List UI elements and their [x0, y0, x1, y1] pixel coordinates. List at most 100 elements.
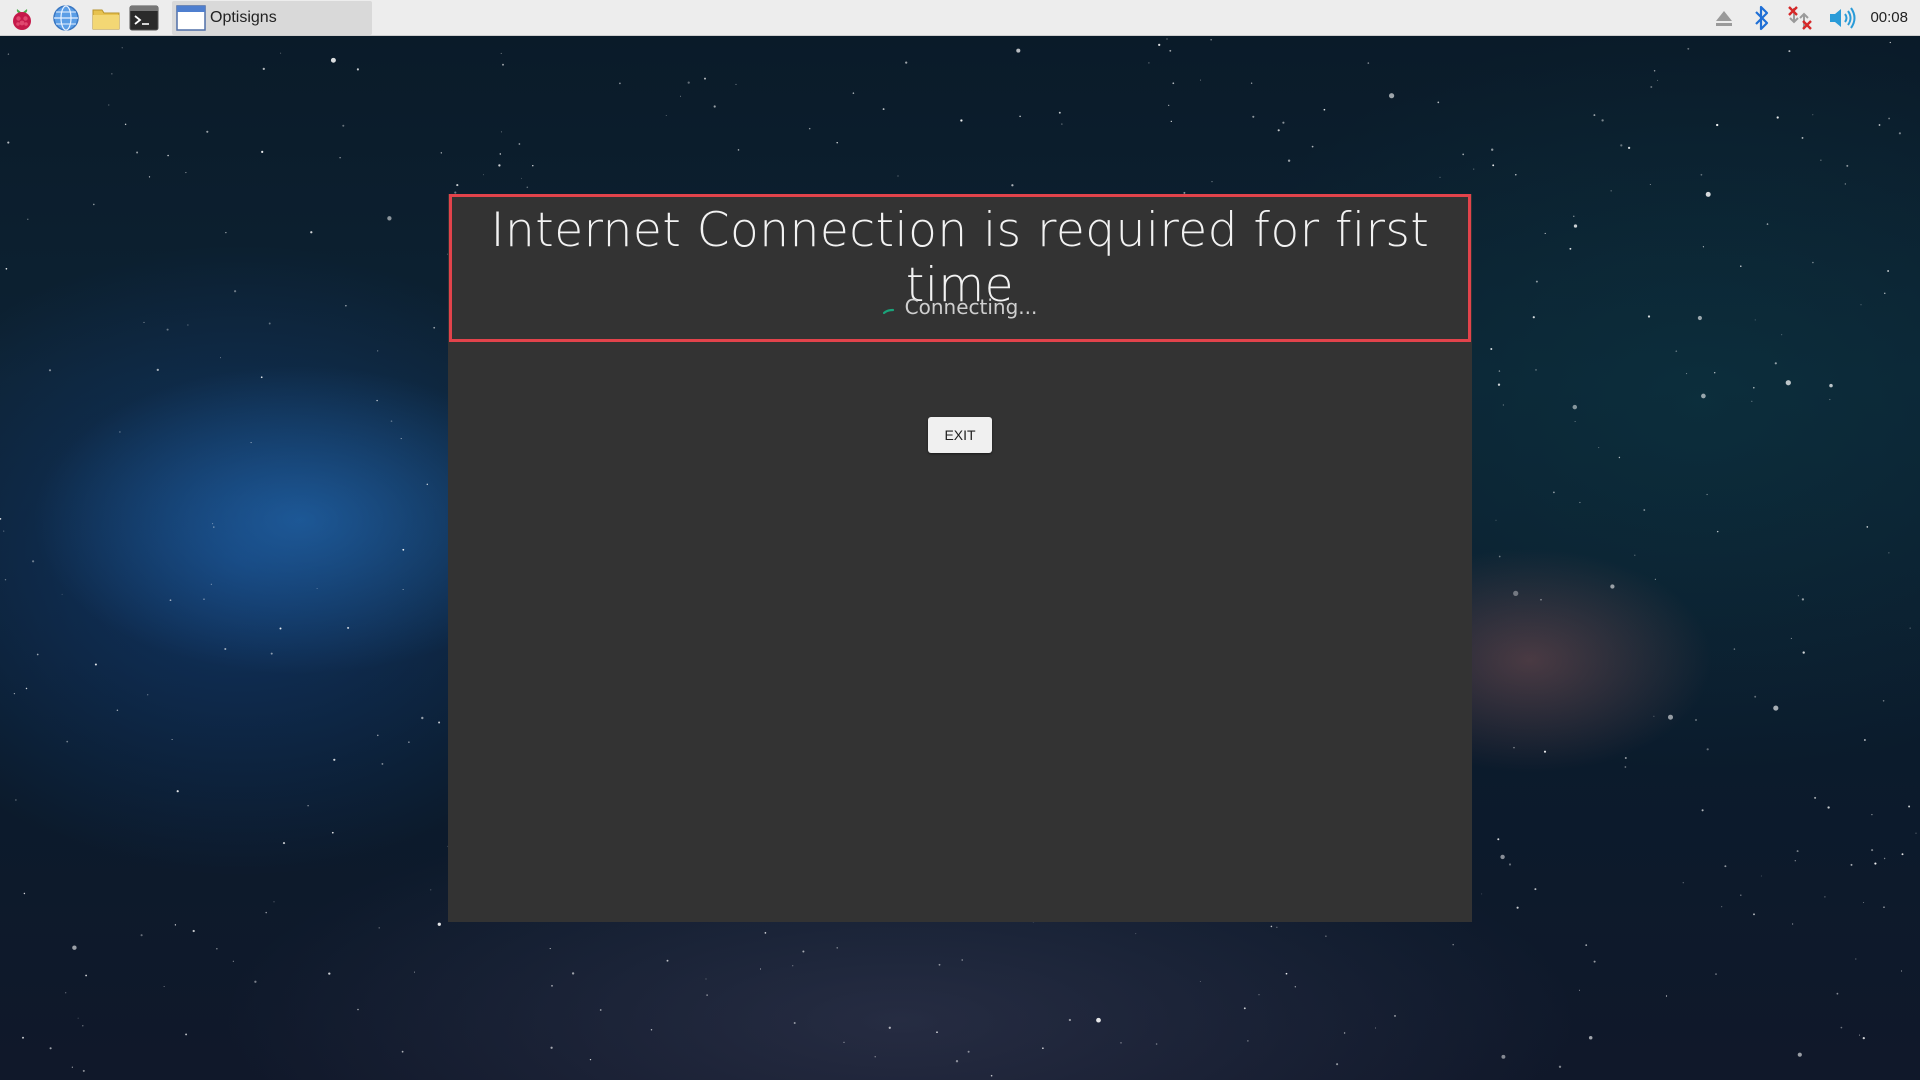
star [1210, 39, 1212, 41]
star [261, 150, 264, 153]
star [440, 152, 442, 154]
star [1909, 627, 1911, 629]
star [1497, 838, 1500, 841]
file-manager-icon[interactable] [90, 3, 122, 33]
taskbar-window-optisigns[interactable]: Optisigns [172, 1, 372, 35]
star [897, 175, 899, 177]
star [1593, 114, 1596, 117]
volume-icon[interactable] [1826, 4, 1858, 32]
star [1096, 1017, 1101, 1023]
star [234, 290, 237, 293]
star [1714, 372, 1716, 374]
star [1172, 82, 1175, 85]
star [85, 974, 87, 977]
star [836, 141, 838, 144]
eject-icon[interactable] [1712, 4, 1736, 32]
star [1498, 370, 1501, 372]
star [387, 216, 392, 221]
star [1170, 120, 1172, 123]
star [1199, 980, 1201, 982]
star [1491, 148, 1494, 151]
star [1863, 902, 1865, 903]
star [882, 108, 885, 111]
terminal-icon[interactable] [128, 3, 160, 33]
star [1888, 552, 1890, 554]
star [192, 929, 195, 933]
star [1829, 398, 1831, 401]
star [938, 963, 941, 966]
star [377, 350, 379, 352]
star [390, 420, 393, 422]
star [77, 1017, 79, 1019]
star [401, 1050, 404, 1053]
star [1643, 509, 1646, 511]
star [1068, 1018, 1072, 1022]
star [1740, 894, 1742, 896]
star [1367, 62, 1370, 64]
star [1650, 86, 1653, 88]
star [1760, 875, 1762, 877]
star [108, 104, 110, 106]
star [1686, 373, 1688, 375]
star [1593, 960, 1596, 963]
clock[interactable]: 00:08 [1870, 0, 1908, 36]
star [1627, 146, 1631, 150]
star [1500, 854, 1505, 860]
star [499, 153, 502, 155]
star [990, 1074, 993, 1077]
star [1882, 700, 1885, 702]
star [1343, 1032, 1346, 1034]
loading-spinner-icon [882, 308, 894, 315]
star [1733, 648, 1736, 650]
star [706, 994, 708, 996]
star [111, 73, 113, 75]
star [955, 1060, 959, 1063]
network-disconnected-icon[interactable] [1786, 4, 1814, 32]
star [1695, 719, 1697, 721]
star [1667, 714, 1674, 720]
star [1754, 319, 1756, 321]
star [1773, 705, 1779, 711]
star [1148, 62, 1150, 64]
star [1802, 651, 1805, 654]
star [1061, 123, 1063, 125]
star [402, 589, 404, 590]
star [1687, 47, 1690, 50]
star [1898, 132, 1901, 135]
star [1836, 992, 1839, 995]
star [1702, 246, 1704, 248]
star [93, 203, 95, 206]
star [1135, 933, 1137, 935]
star [1540, 598, 1542, 601]
star [166, 328, 169, 331]
bluetooth-icon[interactable] [1750, 4, 1774, 32]
star [1515, 174, 1517, 176]
star [1497, 383, 1501, 386]
star [1247, 1040, 1249, 1042]
star [1901, 853, 1904, 856]
star [1624, 756, 1627, 760]
star [1624, 766, 1627, 768]
star [526, 186, 529, 189]
star [1544, 232, 1546, 234]
star [1862, 1036, 1865, 1040]
star [5, 267, 8, 270]
star [140, 934, 143, 937]
raspberry-menu-icon[interactable] [6, 3, 38, 33]
star [1019, 115, 1021, 118]
star [116, 709, 119, 711]
star [1311, 145, 1314, 148]
star [764, 932, 767, 934]
star [1700, 173, 1703, 176]
star [936, 1031, 938, 1034]
star [310, 231, 313, 234]
star [1158, 43, 1161, 47]
star [961, 959, 963, 961]
star [430, 889, 432, 891]
exit-button[interactable]: EXIT [928, 417, 992, 453]
star [967, 1050, 970, 1053]
web-browser-icon[interactable] [50, 3, 82, 33]
star [250, 442, 252, 444]
star [342, 124, 345, 127]
star [737, 149, 740, 151]
